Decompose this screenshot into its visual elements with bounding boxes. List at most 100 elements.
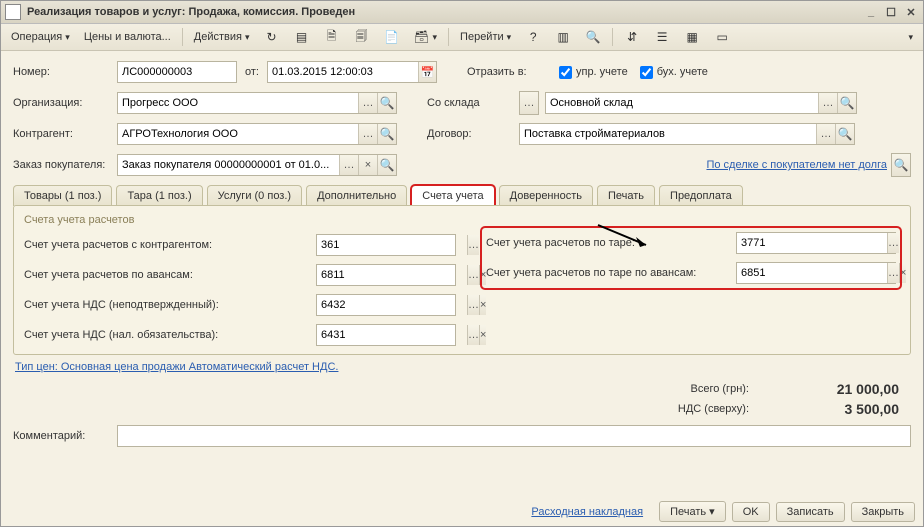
close-window-button[interactable]: ✕ (903, 5, 919, 19)
acc-vat-obl-pick[interactable]: … (467, 325, 479, 345)
acc-tare-field[interactable]: … (736, 232, 896, 254)
tab-print[interactable]: Печать (597, 185, 655, 206)
org-pick[interactable]: … (358, 93, 377, 113)
acc-tare-adv-clear[interactable]: × (899, 263, 906, 283)
toolbar-icon-3[interactable]: 🗎 (318, 26, 346, 48)
contragent-pick[interactable]: … (358, 124, 377, 144)
tab-proxy[interactable]: Доверенность (499, 185, 593, 206)
accounts-panel: Счета учета расчетов Счет учета расчетов… (13, 205, 911, 355)
mag-icon: 🔍 (585, 29, 601, 45)
acct-check[interactable]: бух. учете (640, 66, 708, 79)
tab-prepay[interactable]: Предоплата (659, 185, 743, 206)
acc-advance-input[interactable] (317, 265, 467, 285)
toolbar: Операция▾ Цены и валюта... Действия▾ ↻ ▤… (1, 24, 923, 51)
close-button[interactable]: Закрыть (851, 502, 915, 522)
order-field[interactable]: … × 🔍 (117, 154, 397, 176)
acc-tare-adv-pick[interactable]: … (887, 263, 899, 283)
contragent-field[interactable]: … 🔍 (117, 123, 397, 145)
tab-accounts[interactable]: Счета учета (411, 185, 494, 206)
acc-vat-unconf-input[interactable] (317, 295, 467, 315)
ok-button[interactable]: OK (732, 502, 770, 522)
toolbar-icon-2[interactable]: ▤ (288, 26, 316, 48)
date-field[interactable]: 📅 (267, 61, 437, 83)
acc-tare-pick[interactable]: … (887, 233, 899, 253)
comment-field[interactable] (117, 425, 911, 447)
tab-services[interactable]: Услуги (0 поз.) (207, 185, 302, 206)
toolbar-icon-12[interactable]: ▭ (708, 26, 736, 48)
contragent-open[interactable]: 🔍 (377, 124, 396, 144)
acc-contragent-field[interactable]: … (316, 234, 456, 256)
warehouse-pick[interactable]: … (818, 93, 837, 113)
order-input[interactable] (118, 155, 339, 175)
org-field[interactable]: … 🔍 (117, 92, 397, 114)
warehouse-field[interactable]: … 🔍 (545, 92, 857, 114)
tab-extra[interactable]: Дополнительно (306, 185, 407, 206)
debt-link[interactable]: По сделке с покупателем нет долга (706, 159, 887, 171)
acc-vat-unconf-pick[interactable]: … (467, 295, 479, 315)
acc-vat-unconf-clear[interactable]: × (479, 295, 486, 315)
tab-goods[interactable]: Товары (1 поз.) (13, 185, 112, 206)
maximize-button[interactable]: ☐ (883, 5, 899, 19)
toolbar-overflow[interactable]: ▾ (899, 29, 919, 46)
doc-icon (5, 4, 21, 20)
report-icon: ▥ (555, 29, 571, 45)
actions-menu[interactable]: Действия▾ (188, 28, 256, 46)
date-input[interactable] (268, 62, 418, 82)
acc-vat-obl-clear[interactable]: × (479, 325, 486, 345)
warehouse-type-btn[interactable]: … (519, 91, 539, 115)
toolbar-icon-help[interactable]: ? (519, 26, 547, 48)
debt-open[interactable]: 🔍 (891, 153, 911, 177)
price-type-tip[interactable]: Тип цен: Основная цена продажи Автоматич… (15, 361, 911, 373)
toolbar-icon-6[interactable]: 🗃▾ (408, 26, 444, 48)
acc-vat-unconf-field[interactable]: … × (316, 294, 456, 316)
comment-input[interactable] (118, 426, 910, 446)
toolbar-icon-7[interactable]: ▥ (549, 26, 577, 48)
contract-open[interactable]: 🔍 (835, 124, 854, 144)
acc-contragent-input[interactable] (317, 235, 467, 255)
toolbar-icon-8[interactable]: 🔍 (579, 26, 607, 48)
acc-advance-pick[interactable]: … (467, 265, 479, 285)
calendar-icon[interactable]: 📅 (418, 62, 436, 82)
toolbar-icon-4[interactable]: 🗐 (348, 26, 376, 48)
acc-vat-obl-input[interactable] (317, 325, 467, 345)
acc-contragent-pick[interactable]: … (467, 235, 479, 255)
acc-tare-adv-field[interactable]: … × (736, 262, 896, 284)
goto-menu[interactable]: Перейти▾ (454, 28, 517, 46)
contragent-label: Контрагент: (13, 128, 117, 140)
mgmt-check[interactable]: упр. учете (559, 66, 628, 79)
form-body: Номер: от: 📅 Отразить в: упр. учете бух.… (1, 51, 923, 461)
contract-pick[interactable]: … (816, 124, 835, 144)
toolbar-icon-11[interactable]: ▦ (678, 26, 706, 48)
operation-menu[interactable]: Операция▾ (5, 28, 76, 46)
org-input[interactable] (118, 93, 358, 113)
toolbar-icon-9[interactable]: ⇵ (618, 26, 646, 48)
number-field[interactable] (117, 61, 237, 83)
based-on-icon: 🗃 (414, 29, 430, 45)
minimize-button[interactable]: _ (863, 5, 879, 19)
contract-input[interactable] (520, 124, 816, 144)
warehouse-input[interactable] (546, 93, 818, 113)
warehouse-open[interactable]: 🔍 (837, 93, 856, 113)
prices-button[interactable]: Цены и валюта... (78, 28, 177, 46)
print-button[interactable]: Печать ▾ (659, 501, 726, 522)
warehouse-label: Со склада (427, 97, 519, 109)
order-open[interactable]: 🔍 (377, 155, 396, 175)
org-open[interactable]: 🔍 (377, 93, 396, 113)
toolbar-icon-1[interactable]: ↻ (258, 26, 286, 48)
invoice-link[interactable]: Расходная накладная (531, 506, 643, 518)
number-label: Номер: (13, 66, 117, 78)
acc-tare-input[interactable] (737, 233, 887, 253)
order-clear[interactable]: × (358, 155, 377, 175)
order-pick[interactable]: … (339, 155, 358, 175)
toolbar-icon-5[interactable]: 📄 (378, 26, 406, 48)
from-label: от: (245, 66, 259, 78)
acc-vat-obl-field[interactable]: … × (316, 324, 456, 346)
save-button[interactable]: Записать (776, 502, 845, 522)
tab-tare[interactable]: Тара (1 поз.) (116, 185, 202, 206)
acc-advance-field[interactable]: … × (316, 264, 456, 286)
toolbar-icon-10[interactable]: ☰ (648, 26, 676, 48)
contract-field[interactable]: … 🔍 (519, 123, 855, 145)
acc-tare-adv-input[interactable] (737, 263, 887, 283)
order-label: Заказ покупателя: (13, 159, 117, 171)
contragent-input[interactable] (118, 124, 358, 144)
